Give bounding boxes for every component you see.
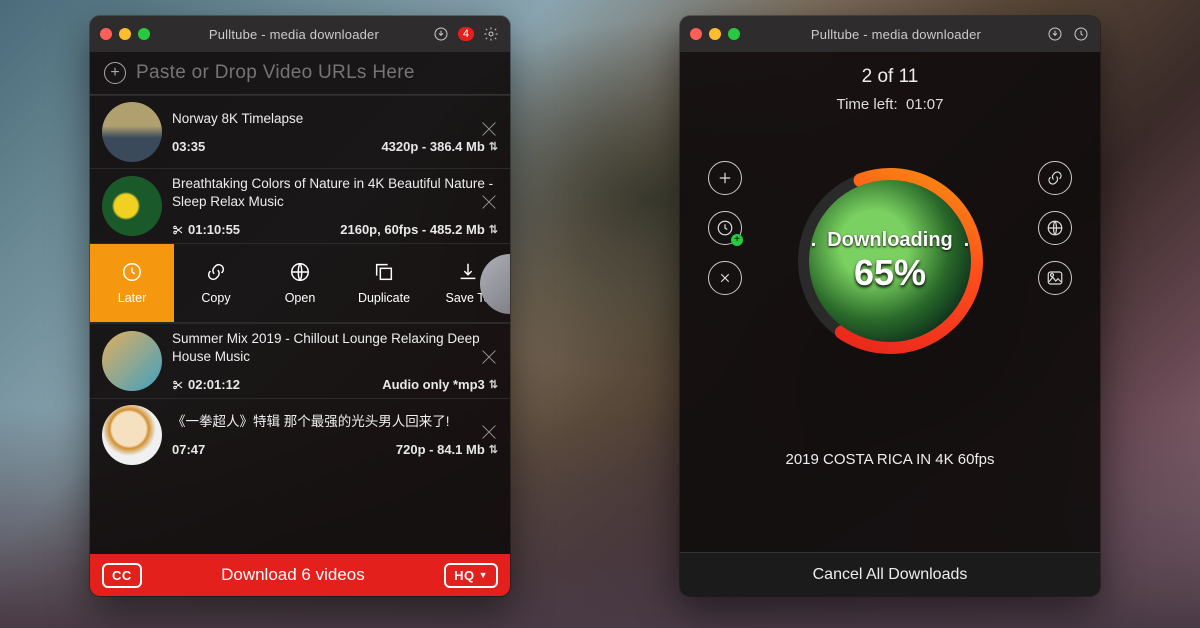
list-item[interactable]: 《一拳超人》特辑 那个最强的光头男人回来了! 07:47 720p - 84.1… xyxy=(90,398,510,471)
titlebar: Pulltube - media downloader xyxy=(680,16,1100,52)
video-thumbnail xyxy=(102,405,162,465)
downloader-progress-window: Pulltube - media downloader 2 of 11 Time… xyxy=(680,16,1100,596)
video-duration: 07:47 xyxy=(172,442,205,457)
video-title: Norway 8K Timelapse xyxy=(172,110,498,128)
close-window-button[interactable] xyxy=(100,28,112,40)
url-input-row: + xyxy=(90,52,510,95)
window-title: Pulltube - media downloader xyxy=(754,27,1038,42)
link-button[interactable] xyxy=(1038,161,1072,195)
format-selector[interactable]: 720p - 84.1 Mb⇅ xyxy=(396,442,498,457)
list-item[interactable]: Breathtaking Colors of Nature in 4K Beau… xyxy=(90,168,510,243)
current-video-title: 2019 COSTA RICA IN 4K 60fps xyxy=(786,451,995,468)
open-button[interactable]: Open xyxy=(258,244,342,322)
traffic-lights xyxy=(690,28,740,40)
format-selector[interactable]: Audio only *mp3⇅ xyxy=(382,377,498,392)
remove-item-button[interactable] xyxy=(478,118,500,140)
schedule-button[interactable]: + xyxy=(708,211,742,245)
zoom-window-button[interactable] xyxy=(728,28,740,40)
image-button[interactable] xyxy=(1038,261,1072,295)
cc-toggle[interactable]: CC xyxy=(102,563,142,588)
download-icon[interactable] xyxy=(432,25,450,43)
later-button[interactable]: Later xyxy=(90,244,174,322)
format-selector[interactable]: 2160p, 60fps - 485.2 Mb⇅ xyxy=(340,222,498,237)
zoom-window-button[interactable] xyxy=(138,28,150,40)
video-title: 《一拳超人》特辑 那个最强的光头男人回来了! xyxy=(172,413,498,431)
video-thumbnail xyxy=(102,176,162,236)
progress-counter: 2 of 11 xyxy=(862,66,919,88)
download-icon[interactable] xyxy=(1046,25,1064,43)
list-item[interactable]: Norway 8K Timelapse 03:35 4320p - 386.4 … xyxy=(90,95,510,168)
remove-item-button[interactable] xyxy=(478,421,500,443)
scissors-icon xyxy=(172,224,184,236)
queue-count-badge[interactable]: 4 xyxy=(458,27,474,41)
item-actions: Later Copy Open Duplicate Save To xyxy=(90,243,510,323)
add-url-button[interactable]: + xyxy=(104,62,126,84)
video-thumbnail xyxy=(102,102,162,162)
traffic-lights xyxy=(100,28,150,40)
downloader-queue-window: Pulltube - media downloader 4 + Norway 8… xyxy=(90,16,510,596)
url-input[interactable] xyxy=(136,62,496,84)
gear-icon[interactable] xyxy=(482,25,500,43)
remove-item-button[interactable] xyxy=(478,346,500,368)
video-duration: 02:01:12 xyxy=(188,377,240,392)
video-duration: 01:10:55 xyxy=(188,222,240,237)
video-duration: 03:35 xyxy=(172,139,205,154)
video-title: Summer Mix 2019 - Chillout Lounge Relaxi… xyxy=(172,330,498,365)
add-button[interactable] xyxy=(708,161,742,195)
quality-selector[interactable]: HQ▼ xyxy=(444,563,498,588)
progress-ring: Downloading 65% xyxy=(795,166,985,356)
video-list: Norway 8K Timelapse 03:35 4320p - 386.4 … xyxy=(90,95,510,471)
video-title: Breathtaking Colors of Nature in 4K Beau… xyxy=(172,175,498,210)
minimize-window-button[interactable] xyxy=(119,28,131,40)
download-button[interactable]: Download 6 videos xyxy=(221,565,365,585)
history-icon[interactable] xyxy=(1072,25,1090,43)
close-window-button[interactable] xyxy=(690,28,702,40)
copy-button[interactable]: Copy xyxy=(174,244,258,322)
cancel-button[interactable] xyxy=(708,261,742,295)
window-title: Pulltube - media downloader xyxy=(164,27,424,42)
video-thumbnail xyxy=(102,331,162,391)
time-left: Time left: 01:07 xyxy=(836,96,943,113)
duplicate-button[interactable]: Duplicate xyxy=(342,244,426,322)
download-bar: CC Download 6 videos HQ▼ xyxy=(90,554,510,596)
minimize-window-button[interactable] xyxy=(709,28,721,40)
format-selector[interactable]: 4320p - 386.4 Mb⇅ xyxy=(381,139,498,154)
status-label: Downloading xyxy=(827,229,953,252)
remove-item-button[interactable] xyxy=(478,191,500,213)
titlebar: Pulltube - media downloader 4 xyxy=(90,16,510,52)
list-item[interactable]: Summer Mix 2019 - Chillout Lounge Relaxi… xyxy=(90,323,510,398)
browser-button[interactable] xyxy=(1038,211,1072,245)
scissors-icon xyxy=(172,379,184,391)
progress-percent: 65% xyxy=(854,252,926,294)
cancel-all-button[interactable]: Cancel All Downloads xyxy=(680,552,1100,596)
